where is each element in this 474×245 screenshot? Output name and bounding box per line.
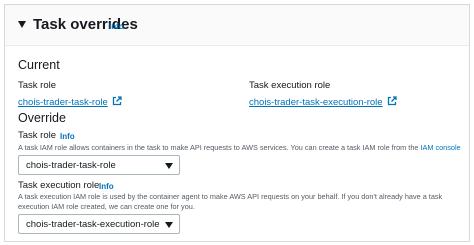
task-role-select-value: chois-trader-task-role [26, 160, 116, 171]
caret-down-icon[interactable] [18, 21, 26, 28]
panel-info-link[interactable]: Info [109, 22, 124, 31]
dropdown-caret-icon [165, 222, 173, 228]
task-execution-role-info-link[interactable]: Info [99, 182, 114, 191]
panel-header[interactable]: Task overrides Info [5, 5, 469, 46]
task-execution-role-select-value: chois-trader-task-execution-role [26, 219, 160, 230]
override-task-role-label: Task role [18, 130, 57, 141]
current-task-execution-role-link[interactable]: chois-trader-task-execution-role [249, 96, 397, 108]
task-overrides-panel: Task overrides Info Current Task role ch… [4, 4, 470, 242]
current-heading: Current [18, 58, 60, 72]
dropdown-caret-icon [165, 163, 173, 169]
current-task-execution-role-value: chois-trader-task-execution-role [249, 97, 383, 108]
current-task-role-value: chois-trader-task-role [18, 97, 108, 108]
external-link-icon [387, 96, 397, 106]
task-execution-role-description-line2: execution IAM role created, we can creat… [18, 202, 195, 211]
override-task-execution-role-label: Task execution role [18, 180, 100, 191]
current-task-execution-role-label: Task execution role [249, 80, 331, 91]
current-task-role-label: Task role [18, 80, 57, 91]
external-link-icon [112, 96, 122, 106]
task-role-description-text: A task IAM role allows containers in the… [18, 143, 419, 152]
task-execution-role-description-line1: A task execution IAM role is used by the… [18, 192, 443, 201]
task-role-info-link[interactable]: Info [60, 132, 75, 141]
current-task-role-link[interactable]: chois-trader-task-role [18, 96, 122, 108]
task-role-select[interactable]: chois-trader-task-role [18, 155, 180, 175]
override-heading: Override [18, 111, 66, 125]
task-role-description: A task IAM role allows containers in the… [18, 143, 461, 153]
task-execution-role-select[interactable]: chois-trader-task-execution-role [18, 214, 180, 234]
iam-console-link[interactable]: IAM console [420, 143, 460, 152]
